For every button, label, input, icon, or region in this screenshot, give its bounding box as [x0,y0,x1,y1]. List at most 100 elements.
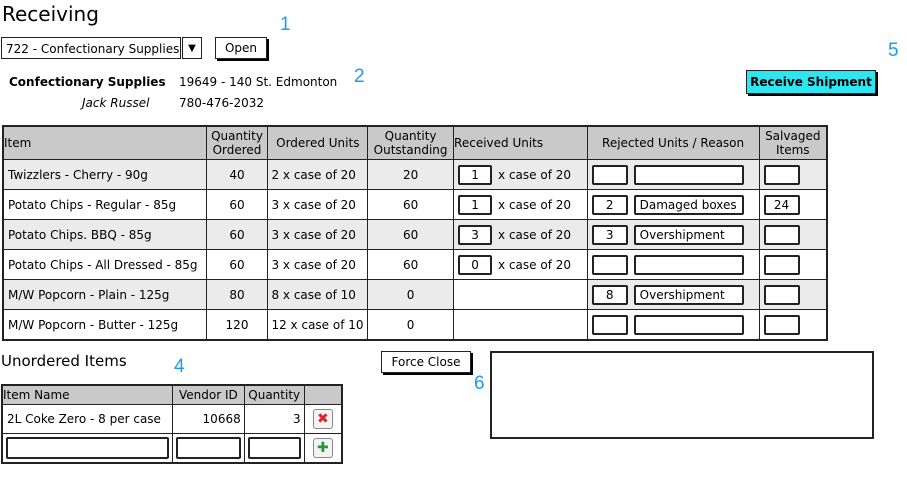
reason-input[interactable] [633,314,744,335]
received-empty-cell [453,309,588,341]
salvaged-input[interactable] [763,314,800,335]
vendor-select[interactable]: 722 - Confectionary Supplies [1,37,181,59]
received-suffix: x case of 20 [498,257,572,272]
new-quantity-input[interactable] [247,437,301,459]
notes-textarea[interactable] [490,351,874,439]
unordered-items-title: Unordered Items [1,352,127,370]
col-header-qty-ordered: Quantity Ordered [205,125,269,160]
unordered-table-header: Item Name Vendor ID Quantity [1,384,343,405]
row-qty: 60 [205,189,269,220]
vendor-name: Confectionary Supplies [9,75,166,89]
unordered-vendor-id: 10668 [172,404,245,434]
row-item: M/W Popcorn - Plain - 125g [2,279,207,310]
salvaged-input[interactable] [763,164,800,185]
annotation-marker-1: 1 [280,14,291,35]
table-row: M/W Popcorn - Plain - 125g 80 8 x case o… [2,279,828,310]
row-item: Potato Chips - Regular - 85g [2,189,207,220]
row-units: 3 x case of 20 [267,189,369,220]
row-qty: 40 [205,159,269,190]
row-item: Potato Chips. BBQ - 85g [2,219,207,250]
row-units: 3 x case of 20 [267,249,369,280]
force-close-button[interactable]: Force Close [381,351,471,373]
reason-input[interactable]: Overshipment [633,224,744,245]
rejected-input[interactable] [591,164,628,185]
received-suffix: x case of 20 [498,197,572,212]
row-outstanding: 60 [367,189,455,220]
col-header-rejected: Rejected Units / Reason [586,125,760,160]
row-qty: 60 [205,249,269,280]
row-units: 2 x case of 20 [267,159,369,190]
row-outstanding: 20 [367,159,455,190]
salvaged-input[interactable]: 24 [763,194,800,215]
col-header-actions [303,384,343,405]
row-item: Twizzlers - Cherry - 90g [2,159,207,190]
row-item: Potato Chips - All Dressed - 85g [2,249,207,280]
row-outstanding: 60 [367,219,455,250]
rejected-input[interactable] [591,254,628,275]
unordered-item-name: 2L Coke Zero - 8 per case [1,404,174,434]
col-header-item: Item [2,125,207,160]
receive-shipment-button[interactable]: Receive Shipment [746,70,876,94]
new-item-name-input[interactable] [6,437,170,459]
table-row: Potato Chips - All Dressed - 85g 60 3 x … [2,249,828,280]
row-units: 12 x case of 10 [267,309,369,341]
table-row: Potato Chips. BBQ - 85g 60 3 x case of 2… [2,219,828,250]
col-header-vendor-id: Vendor ID [172,384,245,405]
col-header-ordered-units: Ordered Units [267,125,369,160]
col-header-quantity: Quantity [243,384,305,405]
row-qty: 60 [205,219,269,250]
row-qty: 80 [205,279,269,310]
table-row: M/W Popcorn - Butter - 125g 120 12 x cas… [2,309,828,341]
rejected-input[interactable]: 3 [591,224,628,245]
close-x-icon[interactable]: ✖ [312,409,333,429]
col-header-salvaged: Salvaged Items [758,125,828,160]
vendor-contact: Jack Russel [82,96,150,110]
reason-input[interactable]: Damaged boxes [633,194,744,215]
salvaged-input[interactable] [763,254,800,275]
vendor-address: 19649 - 140 St. Edmonton [179,75,338,89]
received-input[interactable]: 3 [458,224,493,245]
received-input[interactable]: 0 [458,254,493,275]
rejected-input[interactable] [591,314,628,335]
received-suffix: x case of 20 [498,227,572,242]
annotation-marker-6: 6 [474,373,485,394]
vendor-phone: 780-476-2032 [179,96,265,110]
order-table-header: Item Quantity Ordered Ordered Units Quan… [2,125,828,160]
received-empty-cell [453,279,588,310]
reason-input[interactable] [633,254,744,275]
table-row: Twizzlers - Cherry - 90g 40 2 x case of … [2,159,828,190]
received-input[interactable]: 1 [458,194,493,215]
row-units: 3 x case of 20 [267,219,369,250]
salvaged-input[interactable] [763,284,800,305]
reason-input[interactable] [633,164,744,185]
rejected-input[interactable]: 8 [591,284,628,305]
page-title: Receiving [2,2,99,26]
unordered-quantity: 3 [243,404,305,434]
row-qty: 120 [205,309,269,341]
row-item: M/W Popcorn - Butter - 125g [2,309,207,341]
row-outstanding: 0 [367,279,455,310]
new-vendor-id-input[interactable] [176,437,241,459]
row-units: 8 x case of 10 [267,279,369,310]
row-outstanding: 60 [367,249,455,280]
table-row: 2L Coke Zero - 8 per case 10668 3 ✖ [1,404,343,434]
plus-icon[interactable]: ✚ [312,438,333,458]
rejected-input[interactable]: 2 [591,194,628,215]
salvaged-input[interactable] [763,224,800,245]
reason-input[interactable]: Overshipment [633,284,744,305]
received-suffix: x case of 20 [498,167,572,182]
chevron-down-icon[interactable]: ▼ [182,37,202,59]
open-button[interactable]: Open [215,37,267,59]
table-row-new: ✚ [1,433,343,464]
col-header-received-units: Received Units [453,125,588,160]
annotation-marker-5: 5 [888,40,899,61]
received-input[interactable]: 1 [458,164,493,185]
row-outstanding: 0 [367,309,455,341]
annotation-marker-2: 2 [354,66,365,87]
unordered-table: Item Name Vendor ID Quantity 2L Coke Zer… [1,384,343,464]
col-header-item-name: Item Name [1,384,174,405]
order-table: Item Quantity Ordered Ordered Units Quan… [2,125,828,341]
col-header-qty-outstanding: Quantity Outstanding [367,125,455,160]
table-row: Potato Chips - Regular - 85g 60 3 x case… [2,189,828,220]
annotation-marker-4: 4 [174,356,185,377]
